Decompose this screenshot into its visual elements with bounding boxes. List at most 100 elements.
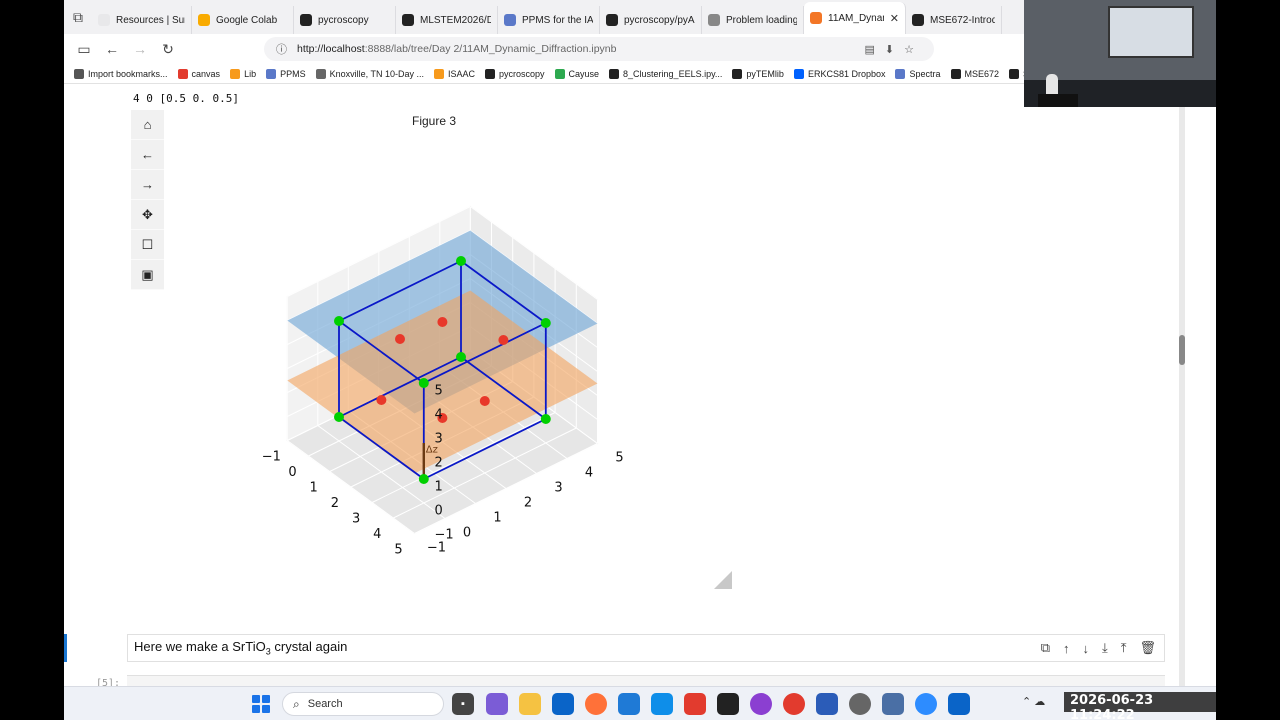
bookmark-item[interactable]: canvas [177,68,220,79]
bookmark-favicon-icon [950,68,961,79]
tab-label: MSE672-Introduc [930,14,995,26]
bookmark-item[interactable]: pyTEMlib [732,68,784,79]
data-point [456,256,466,266]
markdown-text: Here we make a SrTiO3 crystal again [134,639,348,657]
tab-favicon-icon [708,14,720,26]
bookmark-item[interactable]: MSE672 [950,68,999,79]
system-tray[interactable]: ⌃ ☁ [1022,695,1045,708]
bookmark-favicon-icon [315,68,326,79]
pan-icon[interactable]: ✥ [131,200,164,230]
z-tick-label: −1 [435,528,454,543]
tab-label: Google Colab [216,14,278,26]
address-field[interactable]: ⓘ http://localhost :8888/lab/tree/Day 2/… [264,37,934,61]
tab-4[interactable]: PPMS for the IAM [498,6,600,34]
firefox-icon[interactable] [585,693,607,715]
bookmark-item[interactable]: pycroscopy [484,68,545,79]
word-icon[interactable] [816,693,838,715]
bookmark-item[interactable]: Spectra [895,68,941,79]
active-cell-marker [64,634,67,662]
windows-start-icon[interactable] [252,695,270,713]
tab-8[interactable]: MSE672-Introduc [906,6,1002,34]
tab-7[interactable]: 11AM_Dynamic ✕ [804,2,906,34]
z-tick-label: 5 [435,384,443,399]
tab-0[interactable]: Resources | Summer S [92,6,192,34]
reload-icon[interactable]: ↻ [154,41,182,58]
clock: 2026-06-23 11:24:22 [1064,692,1216,720]
bookmark-item[interactable]: Cayuse [554,68,599,79]
insert-below-icon[interactable]: ⤓ [1102,640,1108,656]
y-tick-label: 2 [524,496,532,511]
bookmark-favicon-icon [732,68,743,79]
bookmark-favicon-icon [484,68,495,79]
save-figure-icon[interactable]: ▣ [131,260,164,290]
bookmark-item[interactable]: Import bookmarks... [74,68,168,79]
3d-plot[interactable]: Δz−1012345 −1012345−1012345 [254,205,644,565]
y-tick-label: −1 [427,541,446,556]
tab-1[interactable]: Google Colab [192,6,294,34]
app-icon-3[interactable] [783,693,805,715]
bookmark-item[interactable]: ISAAC [433,68,475,79]
delete-cell-icon[interactable]: 🗑 [1139,640,1156,656]
site-info-icon[interactable]: ⓘ [276,41,287,57]
bookmark-item[interactable]: Knoxville, TN 10-Day ... [315,68,424,79]
tab-favicon-icon [810,12,822,24]
bookmark-star-icon[interactable]: ☆ [904,43,914,56]
app-icon-2[interactable] [750,693,772,715]
x-tick-label: 2 [331,496,339,511]
reader-view-icon[interactable]: ▤ [865,43,875,56]
taskbar-search[interactable]: ⌕ Search [282,692,444,716]
bookmark-favicon-icon [433,68,444,79]
move-down-icon[interactable]: ↓ [1082,641,1089,656]
y-tick-label: 1 [493,511,501,526]
vscode-icon[interactable] [618,693,640,715]
file-explorer-icon[interactable] [519,693,541,715]
bookmark-label: 8_Clustering_EELS.ipy... [623,68,723,79]
outlook-icon[interactable] [552,693,574,715]
y-tick-label: 5 [615,451,623,466]
data-point [479,396,490,406]
tab-favicon-icon [98,14,110,26]
home-icon[interactable]: ⌂ [131,110,164,140]
bookmark-item[interactable]: ERKCS81 Dropbox [793,68,885,79]
app-icon-4[interactable] [882,693,904,715]
tab-5[interactable]: pycroscopy/pyAu [600,6,702,34]
teamviewer-icon[interactable] [651,693,673,715]
scrollbar[interactable] [1179,85,1185,687]
forward-icon[interactable]: → [126,41,154,57]
data-point [540,318,551,328]
acrobat-icon[interactable] [684,693,706,715]
back-icon[interactable]: ← [98,41,126,57]
markdown-cell[interactable]: Here we make a SrTiO3 crystal again ⧉ ↑ … [127,634,1165,662]
app-icon-1[interactable] [486,693,508,715]
notebook-panel: 4 0 [0.5 0. 0.5] ⌂ ← → ✥ ☐ ▣ Figure 3 Δz… [64,85,1216,689]
bookmark-item[interactable]: Lib [230,68,256,79]
sidebar-toggle-icon[interactable]: ▭ [70,41,98,58]
move-up-icon[interactable]: ↑ [1063,641,1070,656]
duplicate-cell-icon[interactable]: ⧉ [1041,640,1050,656]
tab-3[interactable]: MLSTEM2026/Day [396,6,498,34]
y-tick-label: 4 [585,466,593,481]
terminal-icon[interactable] [717,693,739,715]
pocket-icon[interactable]: ⬇ [885,43,894,56]
data-point [498,335,509,345]
tab-favicon-icon [504,14,516,26]
tab-favicon-icon [198,14,210,26]
zoom-icon[interactable] [915,693,937,715]
bookmark-item[interactable]: 8_Clustering_EELS.ipy... [609,68,723,79]
figure-resize-handle[interactable] [714,571,732,589]
task-view-icon[interactable]: ▪ [452,693,474,715]
forward-arrow-icon[interactable]: → [131,170,164,200]
tab-close-icon[interactable]: ✕ [890,12,899,25]
bookmark-item[interactable]: PPMS [266,68,306,79]
zoom-rect-icon[interactable]: ☐ [131,230,164,260]
outlook-new-icon[interactable] [948,693,970,715]
figure-title: Figure 3 [411,114,457,128]
tab-label: MLSTEM2026/Day [420,14,491,26]
scrollbar-thumb[interactable] [1179,335,1185,365]
tab-2[interactable]: pycroscopy [294,6,396,34]
settings-icon[interactable] [849,693,871,715]
tab-6[interactable]: Problem loading [702,6,804,34]
tab-list-icon[interactable]: ⧉ [64,0,92,34]
insert-above-icon[interactable]: ⤒ [1121,640,1127,656]
back-arrow-icon[interactable]: ← [131,140,164,170]
